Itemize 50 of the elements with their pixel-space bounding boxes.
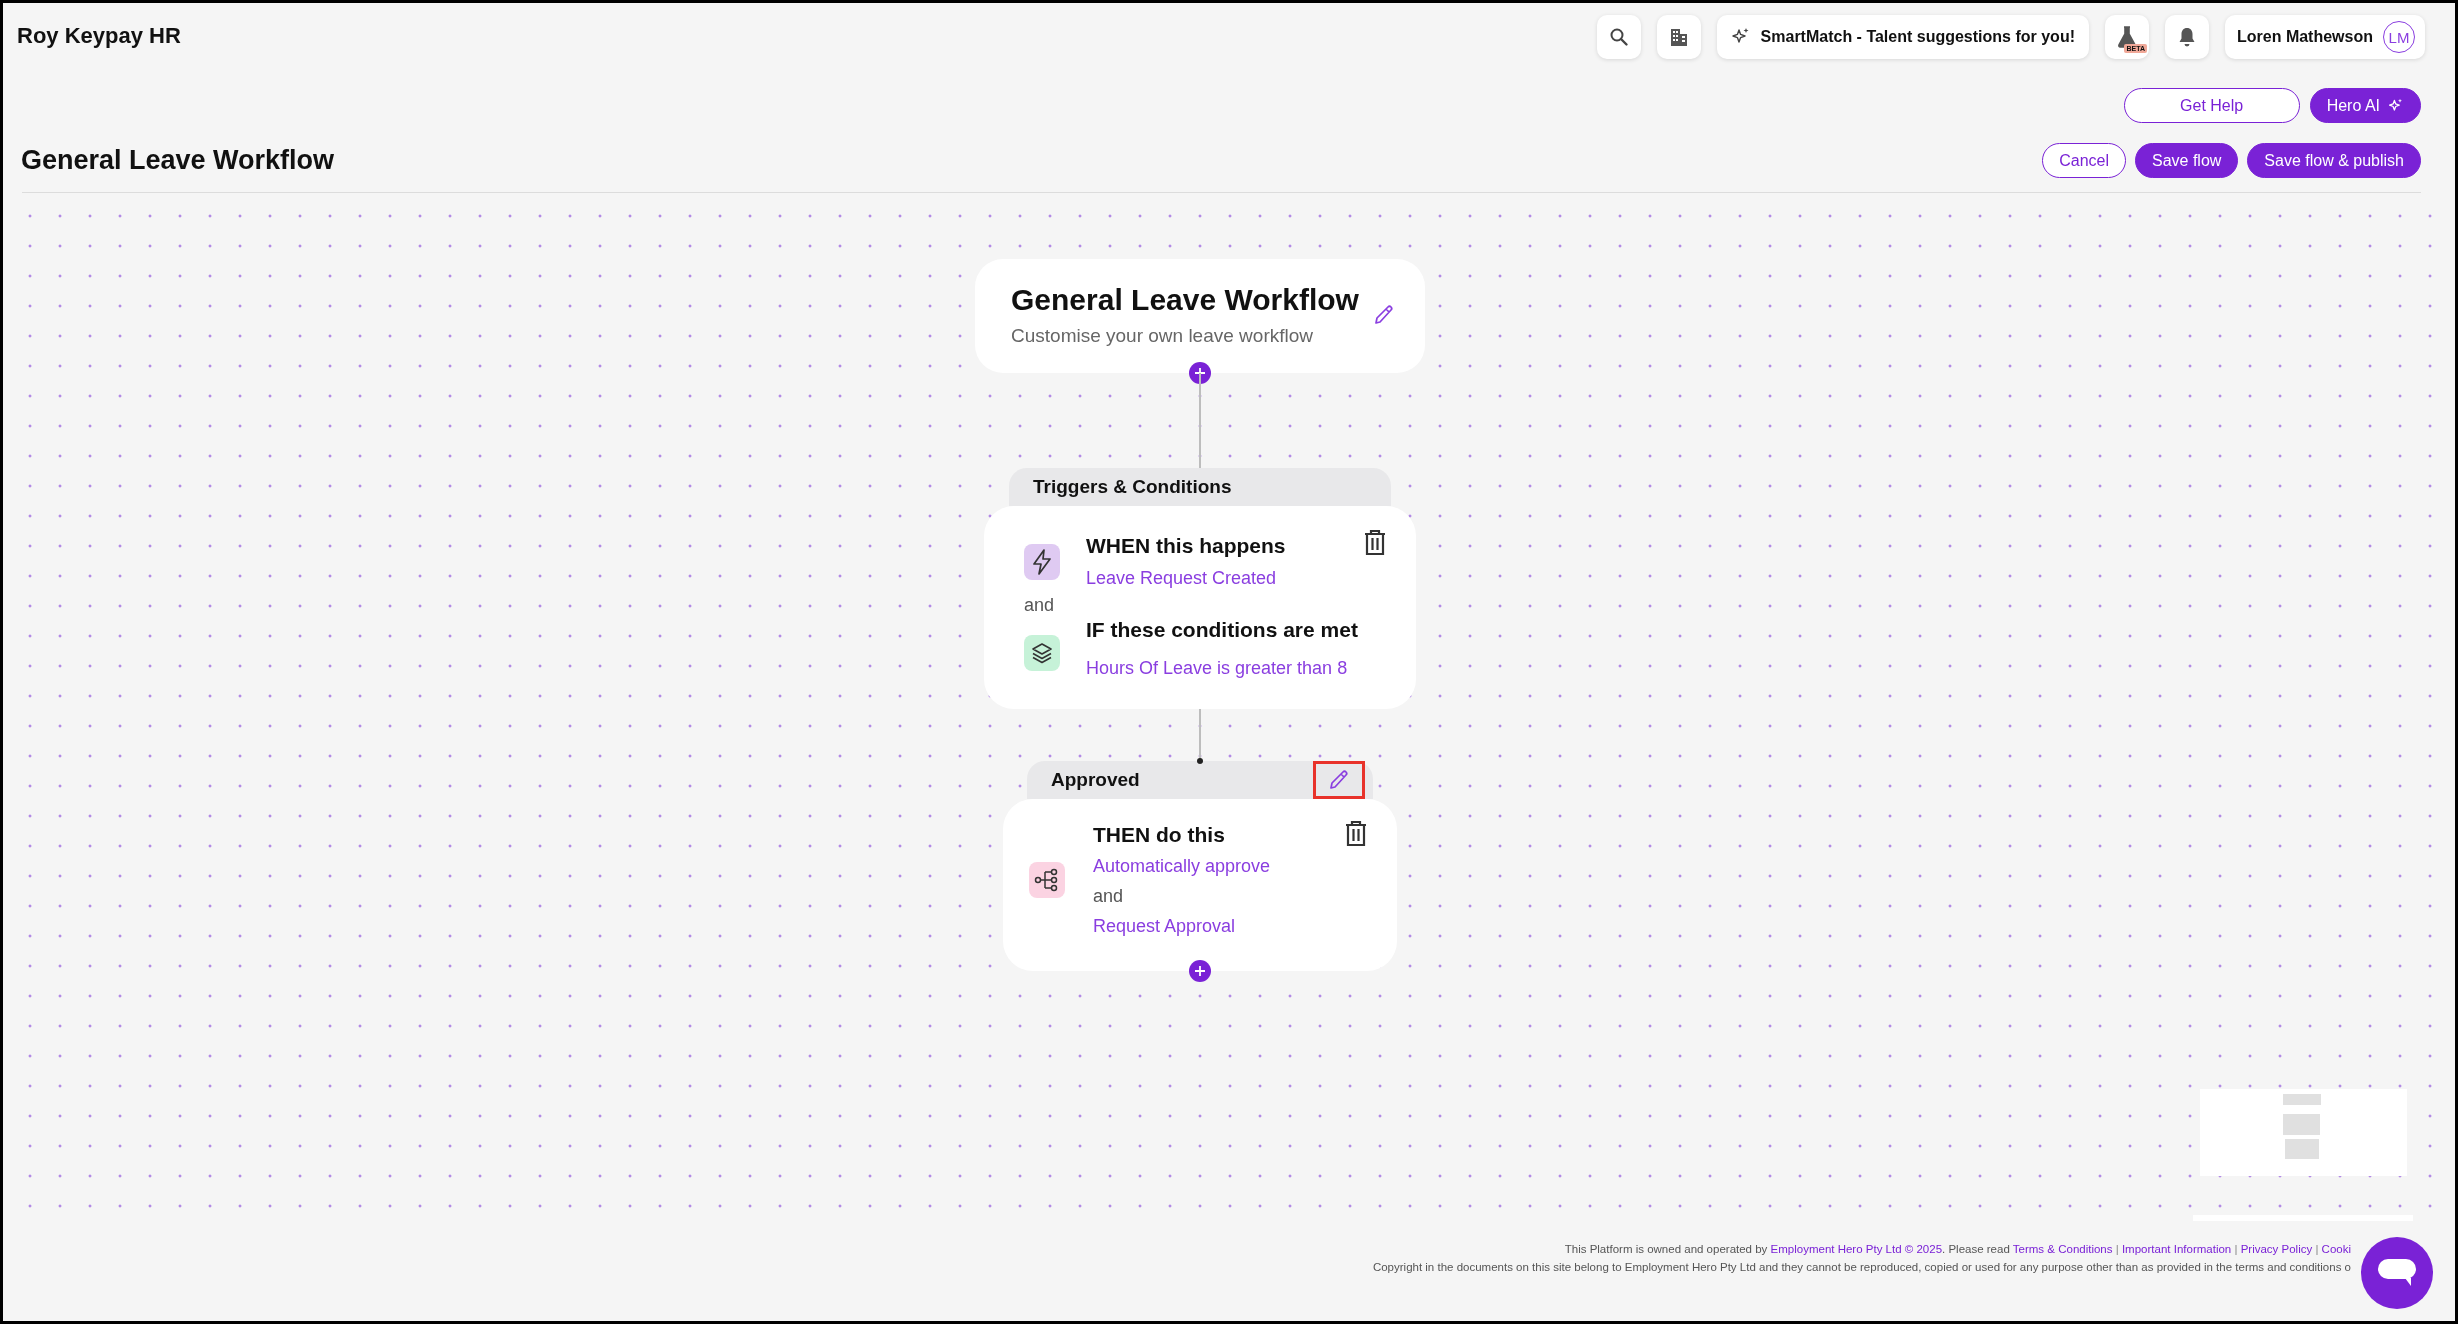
layers-icon: [1024, 634, 1060, 671]
smartmatch-button[interactable]: SmartMatch - Talent suggestions for you!: [1716, 15, 2089, 59]
page-title: General Leave Workflow: [21, 145, 335, 176]
user-menu-button[interactable]: Loren Mathewson LM: [2225, 15, 2425, 59]
condition-heading: IF these conditions are met: [1086, 618, 1359, 642]
notifications-button[interactable]: [2165, 15, 2209, 59]
footer-link[interactable]: Terms & Conditions: [2012, 1243, 2113, 1255]
pencil-icon: [1328, 769, 1350, 791]
trigger-heading: WHEN this happens: [1086, 534, 1287, 558]
workflow-name: General Leave Workflow: [1011, 283, 1359, 317]
organisation-name: Roy Keypay HR: [17, 23, 181, 49]
footer-link[interactable]: Privacy Policy: [2240, 1243, 2313, 1255]
flow-action-button[interactable]: Save flow: [2135, 143, 2239, 178]
bell-icon: [2178, 27, 2196, 47]
flow-action-button[interactable]: Save flow & publish: [2247, 143, 2421, 178]
action-link[interactable]: Automatically approve: [1093, 856, 1271, 877]
search-icon: [1608, 27, 1629, 47]
lightning-icon: [1024, 543, 1060, 580]
action-heading: THEN do this: [1093, 823, 1225, 847]
footer-ownership-text: This Platform is owned and operated by Employment Hero Pty Ltd © 2025. Please read Terms & Conditions | Important Information | Privacy Policy | Cooki: [1564, 1243, 2351, 1255]
trash-icon: [1345, 821, 1367, 847]
joiner-text: and: [1093, 886, 1124, 907]
action-link[interactable]: Request Approval: [1093, 916, 1236, 937]
edit-workflow-button[interactable]: [1373, 304, 1395, 326]
pencil-icon: [1373, 304, 1395, 326]
footer-copyright-text: Copyright in the documents on this site belong to Employment Hero Pty Ltd and they cannot be reproduced, copied or used for any purpose other than as provided in the terms and conditions o: [1372, 1261, 2351, 1273]
flow-action-button[interactable]: Cancel: [2042, 143, 2126, 178]
connector-line: [1199, 709, 1201, 761]
sparkle-icon: [2388, 97, 2404, 114]
header-button[interactable]: Get Help: [2123, 88, 2300, 123]
trigger-value-link[interactable]: Leave Request Created: [1086, 568, 1364, 589]
footer-link[interactable]: Cooki: [2321, 1243, 2351, 1255]
block-header-label: Approved: [1051, 769, 1140, 791]
add-step-button[interactable]: [1189, 362, 1211, 384]
delete-button[interactable]: [1345, 821, 1367, 847]
trash-icon: [1364, 530, 1386, 556]
joiner-text: and: [1024, 595, 1056, 616]
organisation-button[interactable]: [1656, 15, 1701, 59]
delete-button[interactable]: [1364, 530, 1386, 556]
footer-link[interactable]: Important Information: [2121, 1243, 2232, 1255]
condition-value-link[interactable]: Hours Of Leave is greater than 8: [1086, 658, 1364, 679]
branch-icon: [1029, 862, 1065, 898]
building-icon: [1669, 27, 1688, 47]
header-button[interactable]: Hero AI: [2309, 88, 2421, 123]
edit-branch-button[interactable]: [1313, 761, 1365, 799]
plus-icon: [1194, 965, 1206, 977]
add-step-button[interactable]: [1189, 960, 1211, 982]
workflow-description: Customise your own leave workflow: [1011, 325, 1314, 347]
search-button[interactable]: [1596, 15, 1641, 59]
block-header-label: Triggers & Conditions: [1033, 476, 1232, 498]
